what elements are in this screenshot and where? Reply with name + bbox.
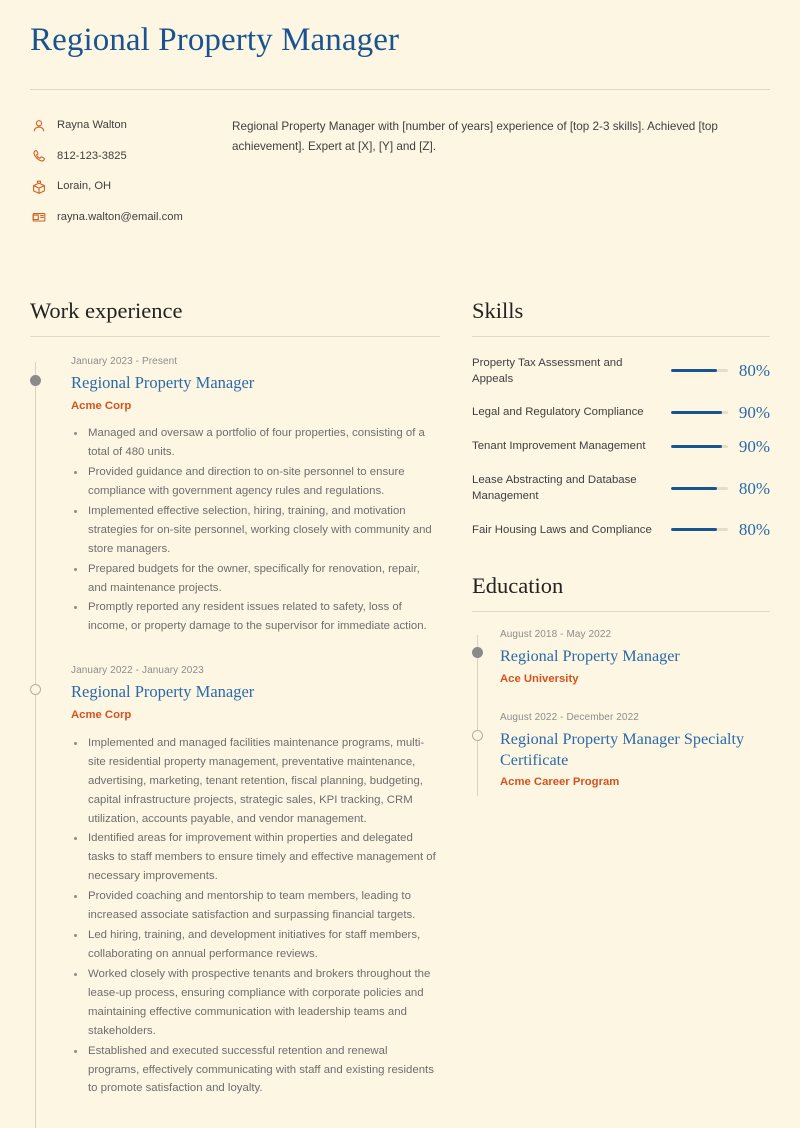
skill-name: Fair Housing Laws and Compliance xyxy=(472,523,652,536)
skill-progress-fill xyxy=(671,369,717,373)
timeline-marker-filled xyxy=(30,374,41,386)
skill-item: Lease Abstracting and Database Managemen… xyxy=(472,472,770,504)
skill-item: Fair Housing Laws and Compliance 80% xyxy=(472,521,770,538)
skill-percent: 80% xyxy=(738,478,770,498)
education-entry: August 2022 - December 2022 Regional Pro… xyxy=(472,712,770,790)
list-item: Promptly reported any resident issues re… xyxy=(71,598,440,636)
skill-progress-bar xyxy=(671,528,728,532)
education-entry-title: Regional Property Manager xyxy=(500,647,680,666)
skill-progress-fill xyxy=(671,411,723,415)
contact-item-phone: 812-123-3825 xyxy=(30,148,202,164)
skill-percent: 80% xyxy=(738,361,770,381)
section-divider xyxy=(472,611,770,613)
section-divider xyxy=(472,335,770,337)
list-item: Implemented effective selection, hiring,… xyxy=(71,502,440,559)
phone-icon xyxy=(30,149,47,164)
skill-name: Property Tax Assessment and Appeals xyxy=(472,356,623,385)
skill-progress-bar xyxy=(671,445,728,449)
education-entry-date: August 2018 - May 2022 xyxy=(500,629,612,641)
contact-summary-block: Rayna Walton 812-123-3825 Lorain, OH ray… xyxy=(30,116,770,240)
timeline-marker-hollow xyxy=(472,730,483,742)
skill-progress-bar xyxy=(671,369,728,373)
timeline-marker-filled xyxy=(472,647,483,659)
header-divider xyxy=(30,88,770,90)
summary-text: Regional Property Manager with [number o… xyxy=(232,119,718,154)
work-entry: January 2023 - Present Regional Property… xyxy=(30,355,440,637)
work-entry-title: Regional Property Manager xyxy=(71,682,255,702)
skill-item: Property Tax Assessment and Appeals 80% xyxy=(472,355,770,387)
skills-section: Skills Property Tax Assessment and Appea… xyxy=(472,297,770,539)
contact-name-text: Rayna Walton xyxy=(57,119,127,132)
section-divider xyxy=(30,335,440,337)
education-entry-title: Regional Property Manager Specialty Cert… xyxy=(500,730,745,769)
list-item: Led hiring, training, and development in… xyxy=(71,926,440,964)
skill-item: Tenant Improvement Management 90% xyxy=(472,438,770,455)
education-entry-date: August 2022 - December 2022 xyxy=(500,712,639,724)
section-title-work-experience: Work experience xyxy=(30,297,183,323)
work-entry-date: January 2022 - January 2023 xyxy=(71,665,204,677)
section-title-education: Education xyxy=(472,573,564,599)
skill-percent: 80% xyxy=(738,520,770,540)
contact-list: Rayna Walton 812-123-3825 Lorain, OH ray… xyxy=(30,116,202,240)
work-entry-bullets: Implemented and managed facilities maint… xyxy=(71,734,440,1099)
education-entry-organization: Ace University xyxy=(500,672,579,685)
contact-location-text: Lorain, OH xyxy=(57,180,112,193)
list-item: Implemented and managed facilities maint… xyxy=(71,734,440,829)
list-item: Established and executed successful rete… xyxy=(71,1042,440,1099)
education-section: Education August 2018 - May 2022 Regiona… xyxy=(472,573,770,796)
contact-item-email: rayna.walton@email.com xyxy=(30,209,202,225)
work-entry-organization: Acme Corp xyxy=(71,709,132,722)
skill-progress-fill xyxy=(671,445,723,449)
skill-progress-fill xyxy=(671,528,717,532)
work-experience-section: Work experience January 2023 - Present R… xyxy=(30,297,440,1128)
skill-percent: 90% xyxy=(738,403,770,423)
list-item: Provided coaching and mentorship to team… xyxy=(71,887,440,925)
page-title: Regional Property Manager xyxy=(30,22,400,58)
timeline-marker-hollow xyxy=(30,684,41,696)
education-timeline: August 2018 - May 2022 Regional Property… xyxy=(472,629,770,796)
email-icon xyxy=(30,210,47,225)
work-entry-date: January 2023 - Present xyxy=(71,355,178,367)
contact-phone-text: 812-123-3825 xyxy=(57,149,127,162)
resume-header: Regional Property Manager xyxy=(30,0,770,90)
contact-item-name: Rayna Walton xyxy=(30,118,202,134)
skill-name: Lease Abstracting and Database Managemen… xyxy=(472,474,637,503)
work-entry-title: Regional Property Manager xyxy=(71,372,255,392)
section-title-skills: Skills xyxy=(472,297,524,323)
list-item: Managed and oversaw a portfolio of four … xyxy=(71,424,440,462)
list-item: Prepared budgets for the owner, specific… xyxy=(71,560,440,598)
skill-name: Tenant Improvement Management xyxy=(472,440,646,453)
skill-percent: 90% xyxy=(738,437,770,457)
summary-block: Regional Property Manager with [number o… xyxy=(202,116,770,157)
skill-item: Legal and Regulatory Compliance 90% xyxy=(472,404,770,421)
skill-progress-fill xyxy=(671,486,717,490)
main-columns: Work experience January 2023 - Present R… xyxy=(30,297,770,1128)
resume-page: Regional Property Manager Rayna Walton 8… xyxy=(0,0,800,1128)
education-entry-organization: Acme Career Program xyxy=(500,776,620,789)
right-column: Skills Property Tax Assessment and Appea… xyxy=(440,297,770,814)
work-experience-timeline: January 2023 - Present Regional Property… xyxy=(30,356,440,1128)
education-entry: August 2018 - May 2022 Regional Property… xyxy=(472,629,770,686)
location-icon xyxy=(30,179,47,194)
list-item: Identified areas for improvement within … xyxy=(71,829,440,886)
contact-email-text: rayna.walton@email.com xyxy=(57,210,183,223)
skill-name: Legal and Regulatory Compliance xyxy=(472,406,644,419)
list-item: Provided guidance and direction to on-si… xyxy=(71,463,440,501)
list-item: Worked closely with prospective tenants … xyxy=(71,965,440,1041)
work-entry-organization: Acme Corp xyxy=(71,399,132,412)
skill-progress-bar xyxy=(671,411,728,415)
skills-list: Property Tax Assessment and Appeals 80% … xyxy=(472,355,770,539)
contact-item-location: Lorain, OH xyxy=(30,179,202,195)
work-entry-bullets: Managed and oversaw a portfolio of four … xyxy=(71,424,440,636)
skill-progress-bar xyxy=(671,486,728,490)
work-entry: January 2022 - January 2023 Regional Pro… xyxy=(30,665,440,1099)
person-icon xyxy=(30,118,47,133)
